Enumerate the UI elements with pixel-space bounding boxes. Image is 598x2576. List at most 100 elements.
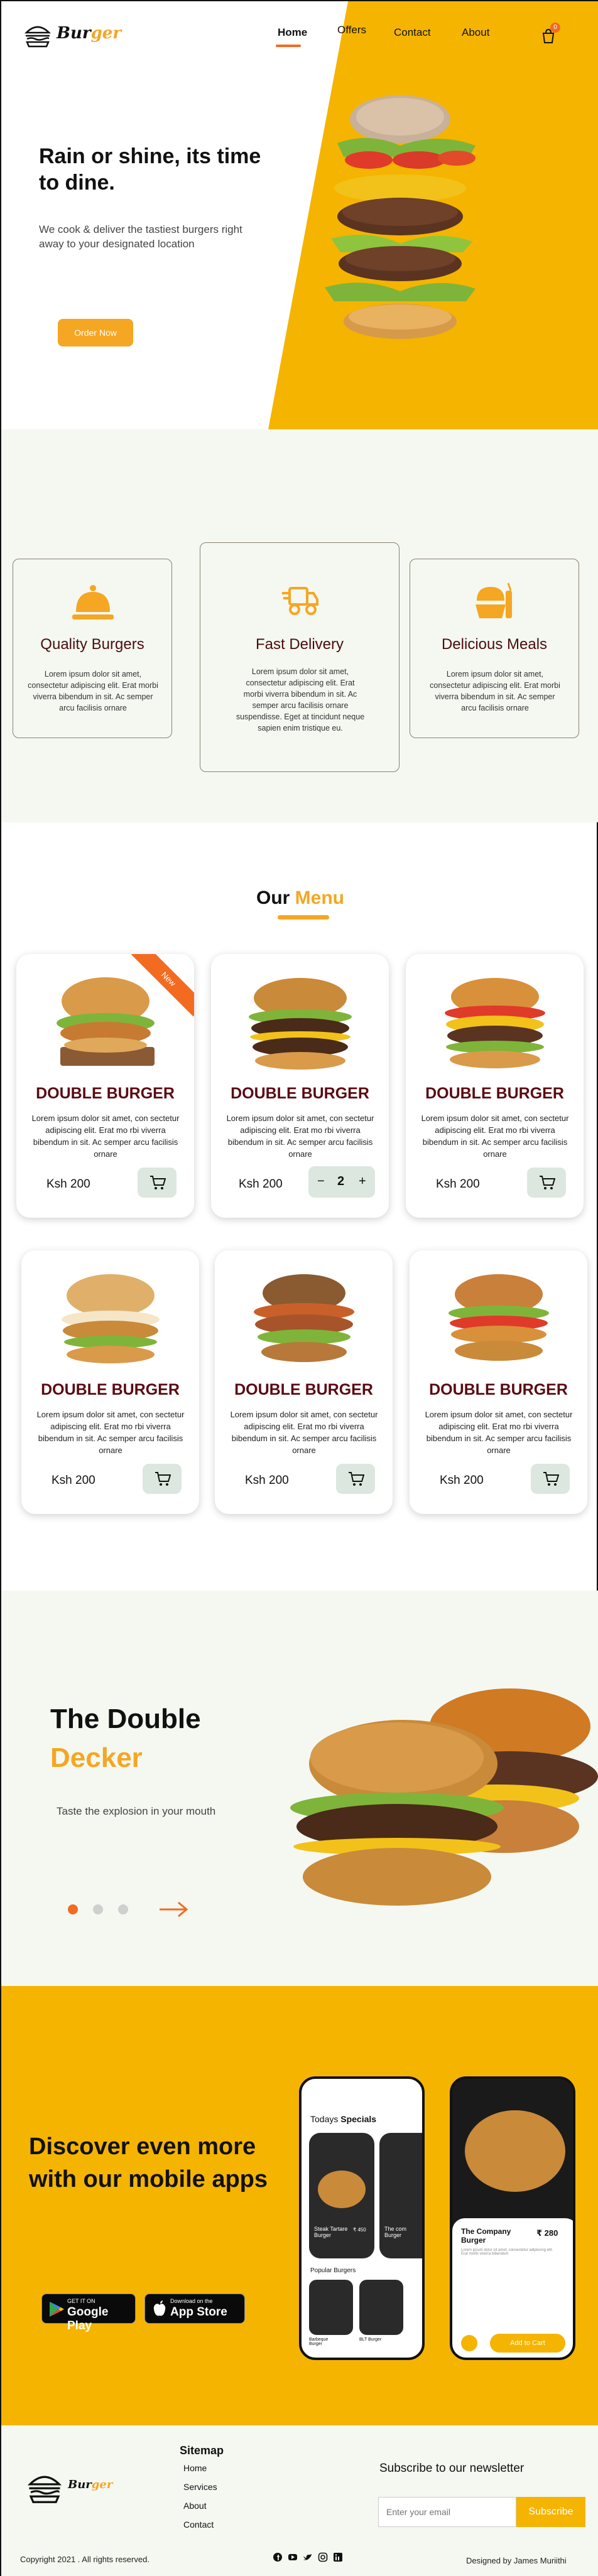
burger-image — [254, 1274, 354, 1362]
cart-icon — [543, 1472, 559, 1486]
burger-thumbnail — [318, 2171, 366, 2208]
feature-card-quality: Quality Burgers Lorem ipsum dolor sit am… — [13, 559, 172, 738]
burger-image — [445, 978, 545, 1068]
nav-link-offers[interactable]: Offers — [337, 24, 366, 36]
special-card-title: The com Burger — [384, 2226, 407, 2238]
menu-card[interactable]: DOUBLE BURGER Lorem ipsum dolor sit amet… — [410, 1250, 587, 1514]
app-store-label: App Store — [170, 2305, 227, 2319]
hero-burger-image — [325, 95, 476, 339]
app-store-small-label: Download on the — [170, 2298, 213, 2304]
newsletter-title: Subscribe to our newsletter — [379, 2462, 525, 2475]
double-decker-title-accent: Decker — [50, 1742, 143, 1773]
burger-logo-icon[interactable] — [25, 2468, 64, 2507]
menu-item-price: Ksh 200 — [245, 1474, 289, 1487]
menu-item-description: Lorem ipsum dolor sit amet, con sectetur… — [421, 1114, 569, 1159]
special-card-title: Steak Tartare Burger — [314, 2226, 348, 2238]
mobile-app-title: Discover even more with our mobile apps — [29, 2133, 268, 2192]
add-to-cart-button[interactable] — [143, 1464, 182, 1494]
brand-logo-text[interactable]: Burger — [57, 24, 121, 43]
feature-text: Lorem ipsum dolor sit amet, consectetur … — [28, 670, 158, 712]
nav-link-contact[interactable]: Contact — [394, 26, 431, 39]
product-price: ₹ 280 — [536, 2228, 558, 2238]
footer-logo-text: Burger — [68, 2478, 113, 2491]
special-card-price: ₹ 450 — [353, 2227, 366, 2233]
burger-image — [448, 1274, 549, 1361]
add-to-cart-button[interactable] — [527, 1167, 566, 1198]
menu-section-title: Our Menu — [256, 888, 344, 908]
designer-credit: Designed by James Muriithi — [466, 2556, 567, 2565]
special-card[interactable]: Steak Tartare Burger ₹ 450 — [309, 2133, 374, 2258]
popular-card-title: Barbeque Burger — [309, 2337, 329, 2346]
twitter-icon[interactable] — [303, 2552, 313, 2562]
nav-link-home[interactable]: Home — [278, 26, 307, 39]
menu-item-price: Ksh 200 — [436, 1178, 480, 1191]
decrease-button[interactable]: − — [317, 1174, 325, 1189]
menu-card[interactable]: DOUBLE BURGER Lorem ipsum dolor sit amet… — [211, 954, 389, 1218]
instagram-icon[interactable] — [318, 2552, 328, 2562]
facebook-icon[interactable] — [273, 2552, 283, 2562]
cart-icon — [150, 1176, 166, 1189]
cloche-icon — [72, 585, 114, 620]
menu-item-price: Ksh 200 — [52, 1474, 95, 1487]
double-decker-burger-image — [290, 1688, 598, 1906]
cart-icon — [155, 1472, 171, 1486]
menu-card[interactable]: DOUBLE BURGER Lorem ipsum dolor sit amet… — [406, 954, 584, 1218]
double-decker-subtitle: Taste the explosion in your mouth — [57, 1805, 216, 1817]
menu-item-description: Lorem ipsum dolor sit amet, con sectetur… — [230, 1410, 378, 1455]
meal-icon — [476, 582, 512, 618]
google-play-icon — [50, 2302, 64, 2317]
feature-title: Fast Delivery — [255, 636, 344, 653]
footer-link-about[interactable]: About — [183, 2501, 207, 2511]
menu-item-description: Lorem ipsum dolor sit amet, con sectetur… — [425, 1410, 573, 1455]
burger-logo-icon[interactable] — [23, 20, 53, 50]
carousel-dot[interactable] — [118, 1904, 128, 1914]
add-to-cart-button[interactable] — [336, 1464, 375, 1494]
menu-item-price: Ksh 200 — [440, 1474, 484, 1487]
delivery-truck-icon — [282, 587, 318, 615]
cart-count-badge: 0 — [550, 23, 560, 33]
next-arrow-icon[interactable] — [158, 1901, 188, 1918]
google-play-button[interactable]: GET IT ON Google Play — [41, 2294, 136, 2332]
order-now-button[interactable]: Order Now — [58, 319, 133, 346]
linkedin-icon[interactable] — [333, 2552, 343, 2562]
cart-icon — [540, 1176, 555, 1189]
newsletter-email-input[interactable] — [378, 2497, 516, 2527]
popular-card[interactable] — [309, 2280, 353, 2335]
menu-card[interactable]: DOUBLE BURGER Lorem ipsum dolor sit amet… — [215, 1250, 393, 1514]
increase-button[interactable]: + — [359, 1174, 366, 1189]
sitemap-title: Sitemap — [180, 2444, 224, 2457]
nav-link-about[interactable]: About — [462, 26, 489, 39]
todays-specials-heading: Todays Specials — [310, 2114, 377, 2124]
burger-image — [249, 978, 352, 1070]
popular-card[interactable] — [359, 2280, 403, 2335]
add-to-cart-button[interactable] — [531, 1464, 570, 1494]
feature-title: Quality Burgers — [40, 636, 144, 653]
burger-image — [57, 977, 155, 1066]
menu-item-name: DOUBLE BURGER — [36, 1085, 175, 1102]
special-card[interactable]: The com Burger — [379, 2133, 422, 2258]
footer-link-services[interactable]: Services — [183, 2482, 217, 2492]
footer-link-contact[interactable]: Contact — [183, 2520, 214, 2530]
carousel-dot[interactable] — [93, 1904, 103, 1914]
heart-icon[interactable] — [461, 2335, 477, 2351]
menu-item-name: DOUBLE BURGER — [231, 1085, 369, 1102]
add-to-cart-app-button[interactable]: Add to Cart — [490, 2334, 565, 2353]
phone-mockup-product: The Company Burger ₹ 280 Lorem ipsum dol… — [450, 2076, 575, 2360]
cart-icon — [349, 1472, 364, 1486]
add-to-cart-button[interactable] — [138, 1167, 177, 1198]
burger-product-image — [465, 2110, 565, 2192]
app-store-button[interactable]: Download on the App Store — [144, 2294, 245, 2324]
subscribe-button[interactable]: Subscribe — [516, 2497, 585, 2527]
menu-card[interactable]: DOUBLE BURGER Lorem ipsum dolor sit amet… — [21, 1250, 199, 1514]
carousel-dot-active[interactable] — [68, 1904, 78, 1914]
menu-title-underline — [278, 915, 329, 920]
quantity-stepper[interactable]: − 2 + — [308, 1166, 375, 1198]
menu-item-name: DOUBLE BURGER — [429, 1381, 568, 1398]
menu-card[interactable]: New DOUBLE BURGER Lorem ipsum dolor sit … — [16, 954, 194, 1218]
youtube-icon[interactable] — [288, 2552, 298, 2562]
hero-subtitle: We cook & deliver the tastiest burgers r… — [39, 223, 242, 250]
feature-text: Lorem ipsum dolor sit amet, consectetur … — [236, 667, 365, 733]
quantity-value: 2 — [337, 1174, 345, 1188]
footer-link-home[interactable]: Home — [183, 2463, 207, 2473]
menu-item-description: Lorem ipsum dolor sit amet, con sectetur… — [226, 1114, 374, 1159]
